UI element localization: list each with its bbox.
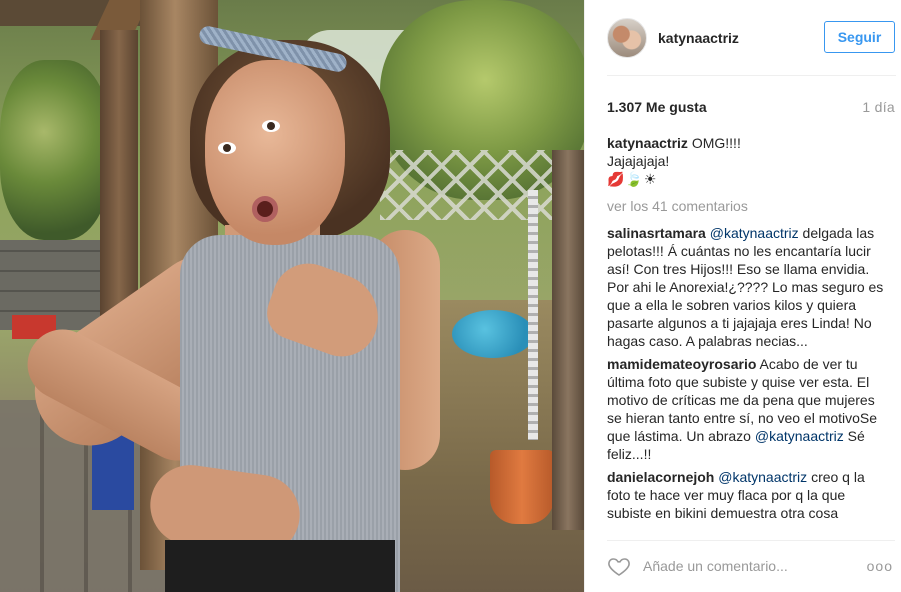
comment-username[interactable]: danielacornejoh <box>607 469 714 485</box>
post-age[interactable]: 1 día <box>862 99 895 115</box>
comment-username[interactable]: mamidemateoyrosario <box>607 356 756 372</box>
person-left-eye <box>218 142 236 154</box>
comments-list[interactable]: katynaactriz OMG!!!! Jajajajaja! 💋🍃☀ ver… <box>607 134 891 532</box>
comment-mention[interactable]: @katynaactriz <box>710 225 799 241</box>
header-username[interactable]: katynaactriz <box>658 30 739 46</box>
post-side-panel: katynaactriz Seguir 1.307 Me gusta 1 día… <box>584 0 901 592</box>
caption-line-1: OMG!!!! <box>691 135 741 151</box>
view-all-comments-link[interactable]: ver los 41 comentarios <box>607 198 891 214</box>
comment-input[interactable]: Añade un comentario... <box>643 558 867 574</box>
caption-line-2: Jajajajaja! <box>607 153 670 169</box>
follow-button[interactable]: Seguir <box>824 21 895 53</box>
comment-bar: Añade un comentario... ooo <box>607 540 895 592</box>
person-mouth <box>252 196 278 222</box>
comment-mention[interactable]: @katynaactriz <box>718 469 807 485</box>
comment-text: delgada las pelotas!!! Á cuántas no les … <box>607 225 884 349</box>
photo-person <box>0 0 584 592</box>
post-photo[interactable] <box>0 0 584 592</box>
instagram-post: katynaactriz Seguir 1.307 Me gusta 1 día… <box>0 0 901 592</box>
heart-outline-icon[interactable] <box>607 554 631 578</box>
more-options-icon[interactable]: ooo <box>867 558 893 574</box>
caption-username[interactable]: katynaactriz <box>607 135 688 151</box>
post-stats: 1.307 Me gusta 1 día <box>607 97 895 117</box>
person-pants <box>165 540 395 592</box>
comment-item: mamidemateoyrosario Acabo de ver tu últi… <box>607 355 891 463</box>
caption: katynaactriz OMG!!!! Jajajajaja! 💋🍃☀ <box>607 134 891 188</box>
comment-item: salinasrtamara @katynaactriz delgada las… <box>607 224 891 350</box>
comment-item: danielacornejoh @katynaactriz creo q la … <box>607 468 891 522</box>
avatar[interactable] <box>607 18 647 58</box>
comment-mention[interactable]: @katynaactriz <box>755 428 844 444</box>
person-right-eye <box>262 120 280 132</box>
comment-username[interactable]: salinasrtamara <box>607 225 706 241</box>
post-header: katynaactriz Seguir <box>585 0 901 76</box>
likes-count[interactable]: 1.307 Me gusta <box>607 99 707 115</box>
caption-emoji: 💋🍃☀ <box>607 171 658 187</box>
